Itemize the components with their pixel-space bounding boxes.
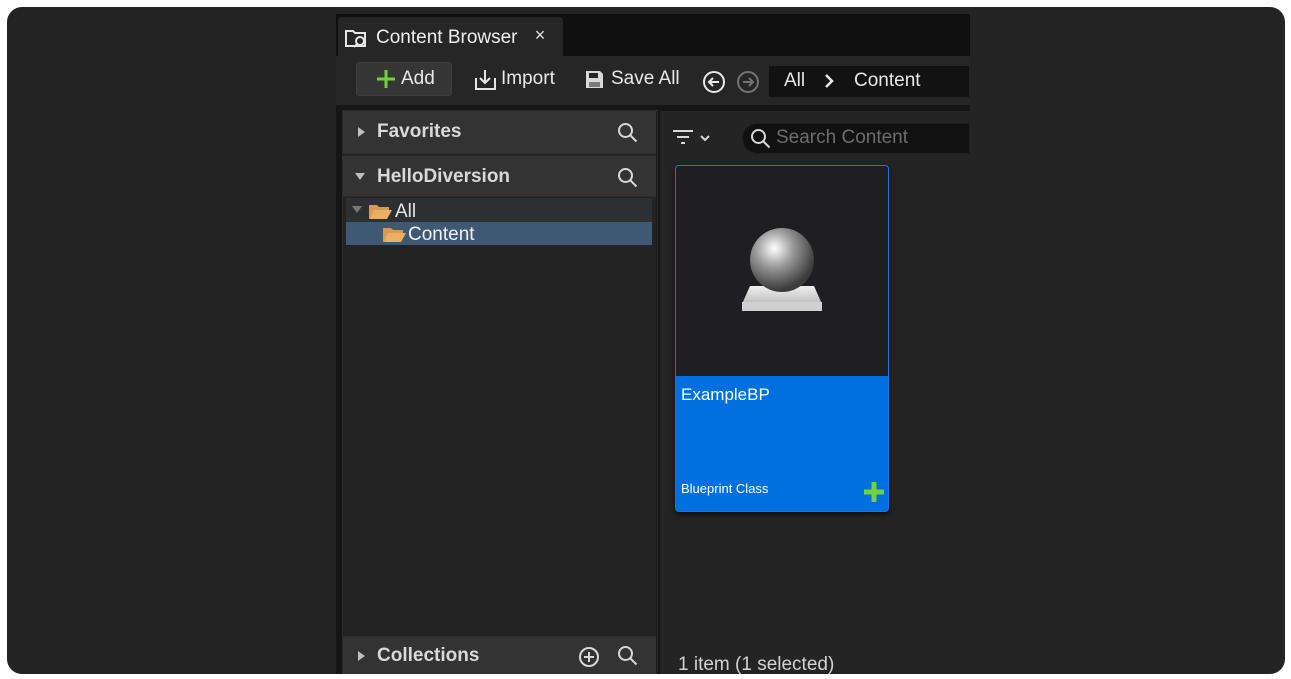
breadcrumb-all[interactable]: All — [784, 70, 805, 92]
save-all-button[interactable]: Save All — [584, 64, 685, 96]
breadcrumb: All Content — [768, 65, 970, 98]
search-input[interactable] — [776, 124, 964, 152]
content-browser-icon — [345, 30, 366, 48]
content-browser-panel: Content Browser × Add Import Save All Al… — [336, 14, 970, 674]
search-icon[interactable] — [617, 645, 638, 666]
tree-label-content: Content — [408, 224, 475, 245]
import-label: Import — [501, 68, 555, 89]
collections-label: Collections — [377, 645, 480, 666]
search-icon[interactable] — [617, 167, 638, 188]
expand-right-icon — [358, 651, 365, 661]
application-frame: Content Browser × Add Import Save All Al… — [7, 7, 1285, 674]
filter-icon — [673, 130, 693, 144]
folder-open-icon — [383, 228, 406, 242]
blueprint-sphere-icon — [742, 228, 822, 311]
expand-right-icon — [358, 127, 365, 137]
asset-thumbnail — [676, 166, 888, 374]
asset-label-panel: ExampleBP Blueprint Class — [676, 376, 888, 511]
chevron-down-icon — [700, 135, 710, 142]
tab-content-browser[interactable]: Content Browser × — [338, 17, 563, 56]
project-section-header[interactable]: HelloDiversion — [343, 156, 656, 197]
expand-down-icon — [355, 173, 365, 180]
content-browser-toolbar: Add Import Save All All Content — [336, 56, 970, 105]
save-icon — [586, 71, 603, 88]
folder-tree: All Content — [346, 198, 653, 248]
content-search-box[interactable] — [742, 123, 970, 154]
project-label: HelloDiversion — [377, 166, 511, 187]
favorites-label: Favorites — [377, 121, 462, 142]
favorites-section-header[interactable]: Favorites — [343, 111, 656, 154]
add-label: Add — [401, 68, 435, 89]
asset-view-pane: ExampleBP Blueprint Class 1 item (1 sele… — [660, 111, 970, 674]
add-collection-icon[interactable] — [578, 646, 600, 668]
asset-name: ExampleBP — [681, 385, 770, 404]
sources-panel: Favorites HelloDiversion All Content Col… — [343, 111, 657, 674]
search-icon[interactable] — [617, 122, 638, 143]
save-all-label: Save All — [611, 68, 680, 89]
plus-icon — [377, 70, 395, 88]
add-button[interactable]: Add — [356, 62, 452, 96]
search-icon — [751, 129, 771, 149]
collections-section-header[interactable]: Collections — [343, 636, 656, 674]
asset-card-examplebp[interactable]: ExampleBP Blueprint Class — [675, 165, 889, 512]
tree-item-all[interactable]: All — [346, 198, 652, 222]
breadcrumb-content[interactable]: Content — [854, 70, 921, 92]
asset-count-status: 1 item (1 selected) — [678, 654, 835, 674]
tree-item-content[interactable]: Content — [346, 222, 652, 245]
tree-label-all: All — [395, 201, 417, 222]
plus-icon — [864, 482, 884, 502]
close-icon[interactable]: × — [533, 26, 547, 44]
import-icon — [475, 70, 496, 90]
filter-button[interactable] — [672, 127, 720, 149]
forward-arrow-icon[interactable] — [736, 70, 760, 94]
chevron-right-icon — [825, 74, 834, 88]
asset-type: Blueprint Class — [681, 481, 769, 496]
tab-title: Content Browser — [376, 27, 518, 48]
folder-open-icon — [369, 205, 392, 219]
import-button[interactable]: Import — [473, 64, 563, 96]
tab-strip: Content Browser × — [336, 14, 970, 56]
collapse-down-icon[interactable] — [351, 205, 363, 215]
back-arrow-icon[interactable] — [702, 70, 726, 94]
